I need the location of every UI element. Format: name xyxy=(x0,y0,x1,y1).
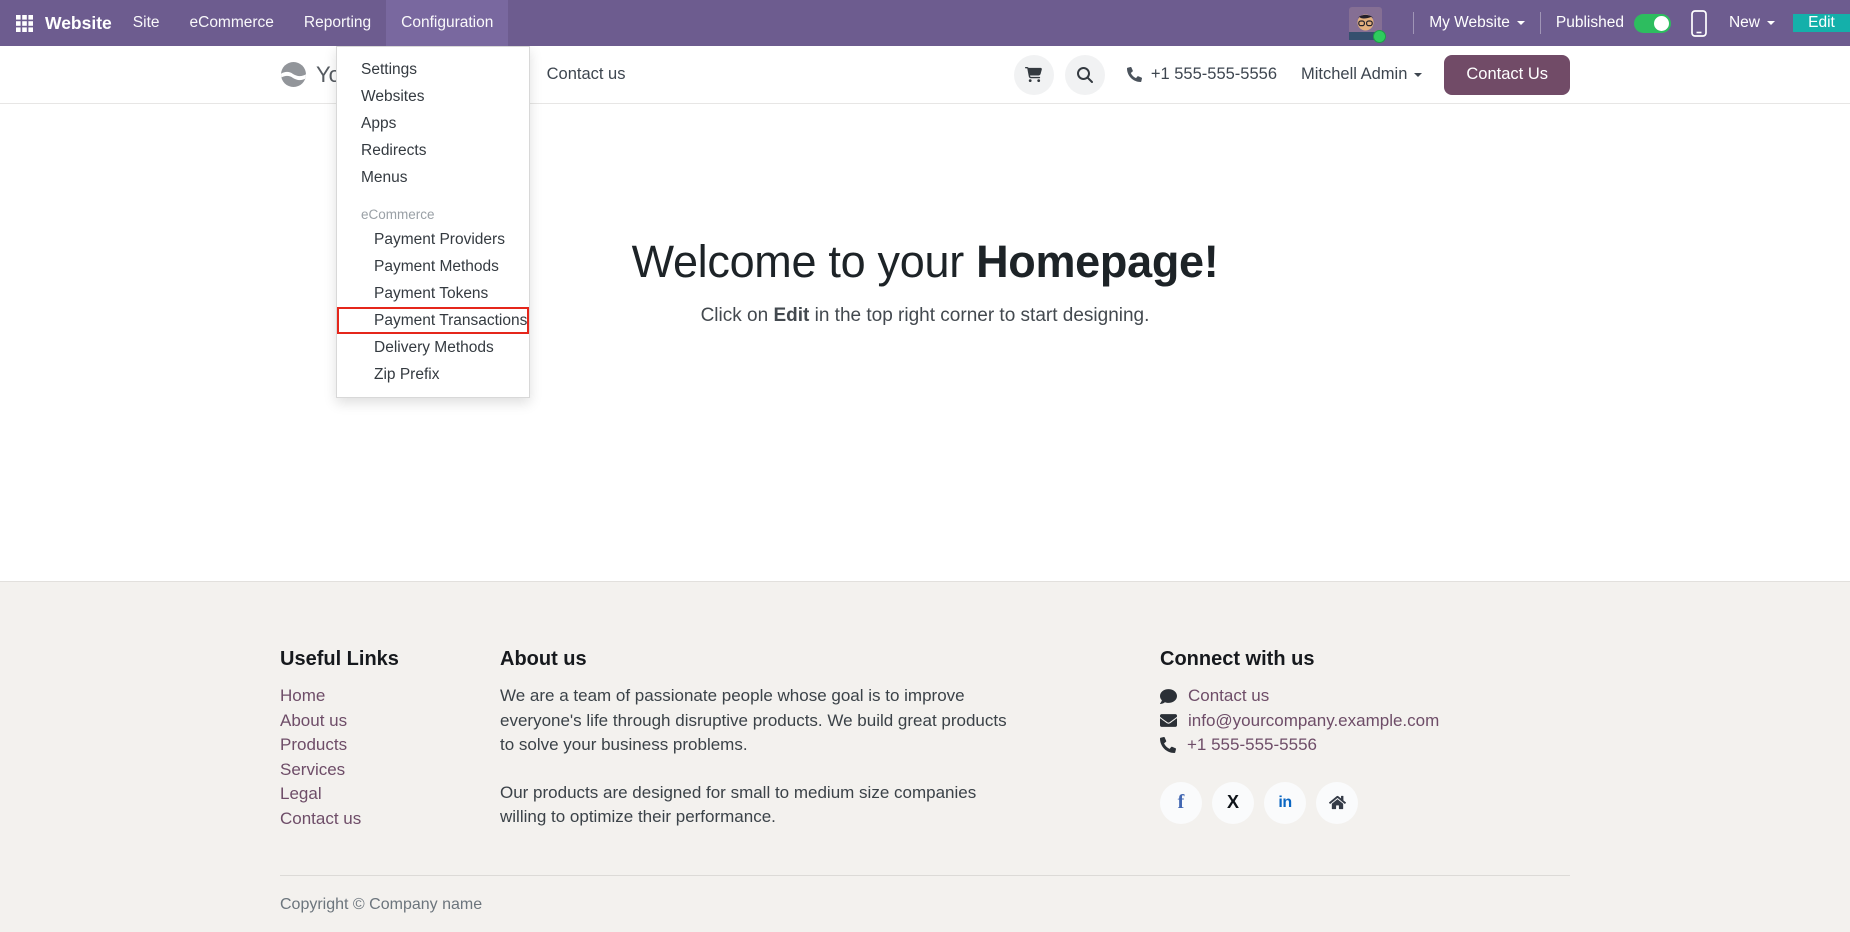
topmenu-reporting[interactable]: Reporting xyxy=(289,0,386,46)
apps-grid-icon xyxy=(16,15,33,32)
footer-link-products[interactable]: Products xyxy=(280,733,399,758)
navbar-separator xyxy=(1413,12,1414,34)
navbar-separator xyxy=(1540,12,1541,34)
chevron-down-icon xyxy=(1767,21,1775,25)
facebook-button[interactable]: f xyxy=(1160,782,1202,824)
menu-item-payment-providers[interactable]: Payment Providers xyxy=(337,226,529,253)
copyright-text: Copyright © Company name xyxy=(280,896,482,914)
chat-bubble-icon xyxy=(1160,688,1177,705)
chevron-down-icon xyxy=(1517,21,1525,25)
site-footer: Useful Links Home About us Products Serv… xyxy=(0,581,1850,932)
cart-icon xyxy=(1025,66,1042,83)
footer-link-home[interactable]: Home xyxy=(280,684,399,709)
hero-subtitle: Click on Edit in the top right corner to… xyxy=(0,305,1850,327)
home-icon xyxy=(1329,794,1346,811)
search-icon xyxy=(1077,67,1093,83)
header-phone-link[interactable]: +1 555-555-5556 xyxy=(1127,65,1277,84)
linkedin-icon: in xyxy=(1278,794,1291,812)
apps-grid-button[interactable] xyxy=(0,0,33,46)
cart-button[interactable] xyxy=(1014,55,1054,95)
footer-contact-link[interactable]: Contact us xyxy=(1160,684,1560,709)
mobile-preview-icon xyxy=(1691,10,1707,37)
facebook-icon: f xyxy=(1178,791,1185,814)
footer-about-paragraph: Our products are designed for small to m… xyxy=(500,781,1020,830)
contact-us-button[interactable]: Contact Us xyxy=(1444,55,1570,95)
company-logo-icon xyxy=(280,61,307,88)
menu-section-ecommerce: eCommerce xyxy=(337,204,529,226)
footer-connect-title: Connect with us xyxy=(1160,648,1560,671)
footer-useful-links-title: Useful Links xyxy=(280,648,399,671)
footer-phone-link[interactable]: +1 555-555-5556 xyxy=(1160,733,1560,758)
topmenu-configuration[interactable]: Configuration xyxy=(386,0,508,46)
menu-item-redirects[interactable]: Redirects xyxy=(337,137,529,164)
menu-item-zip-prefix[interactable]: Zip Prefix xyxy=(337,361,529,388)
footer-link-contact-us[interactable]: Contact us xyxy=(280,807,399,832)
footer-social-row: f X in xyxy=(1160,782,1560,824)
phone-icon xyxy=(1160,737,1176,753)
footer-about-paragraph: We are a team of passionate people whose… xyxy=(500,684,1020,758)
website-header: YourCompany Contact us +1 555-555-5556 xyxy=(0,46,1850,104)
website-home-button[interactable] xyxy=(1316,782,1358,824)
footer-divider xyxy=(280,875,1570,876)
footer-link-legal[interactable]: Legal xyxy=(280,782,399,807)
menu-item-apps[interactable]: Apps xyxy=(337,110,529,137)
my-website-dropdown[interactable]: My Website xyxy=(1429,14,1525,32)
linkedin-button[interactable]: in xyxy=(1264,782,1306,824)
user-avatar[interactable] xyxy=(1349,7,1382,40)
published-toggle[interactable] xyxy=(1634,14,1671,33)
envelope-icon xyxy=(1160,712,1177,729)
online-status-dot xyxy=(1373,30,1386,43)
chevron-down-icon xyxy=(1414,73,1422,77)
x-twitter-button[interactable]: X xyxy=(1212,782,1254,824)
menu-item-delivery-methods[interactable]: Delivery Methods xyxy=(337,334,529,361)
search-button[interactable] xyxy=(1065,55,1105,95)
footer-link-services[interactable]: Services xyxy=(280,758,399,783)
x-twitter-icon: X xyxy=(1227,792,1239,813)
homepage-hero: Welcome to your Homepage! Click on Edit … xyxy=(0,104,1850,581)
edit-button[interactable]: Edit xyxy=(1793,14,1850,32)
menu-item-settings[interactable]: Settings xyxy=(337,56,529,83)
menu-item-payment-methods[interactable]: Payment Methods xyxy=(337,253,529,280)
topmenu-site[interactable]: Site xyxy=(118,0,175,46)
footer-about-title: About us xyxy=(500,648,1020,671)
hero-title: Welcome to your Homepage! xyxy=(0,236,1850,288)
mobile-preview-button[interactable] xyxy=(1691,10,1707,37)
menu-item-menus[interactable]: Menus xyxy=(337,164,529,191)
toggle-knob xyxy=(1654,16,1669,31)
footer-link-about-us[interactable]: About us xyxy=(280,709,399,734)
footer-email-link[interactable]: info@yourcompany.example.com xyxy=(1160,709,1560,734)
menu-item-payment-tokens[interactable]: Payment Tokens xyxy=(337,280,529,307)
configuration-dropdown-menu: Settings Websites Apps Redirects Menus e… xyxy=(336,46,530,398)
topmenu-ecommerce[interactable]: eCommerce xyxy=(175,0,289,46)
top-navbar: Website Site eCommerce Reporting Configu… xyxy=(0,0,1850,46)
menu-item-payment-transactions[interactable]: Payment Transactions xyxy=(337,307,529,334)
new-dropdown[interactable]: New xyxy=(1729,14,1775,32)
user-account-dropdown[interactable]: Mitchell Admin xyxy=(1301,65,1422,84)
app-brand-website[interactable]: Website xyxy=(45,0,112,46)
phone-icon xyxy=(1127,67,1142,82)
published-label: Published xyxy=(1556,14,1624,32)
menu-item-websites[interactable]: Websites xyxy=(337,83,529,110)
site-nav-contact-us[interactable]: Contact us xyxy=(547,65,626,84)
